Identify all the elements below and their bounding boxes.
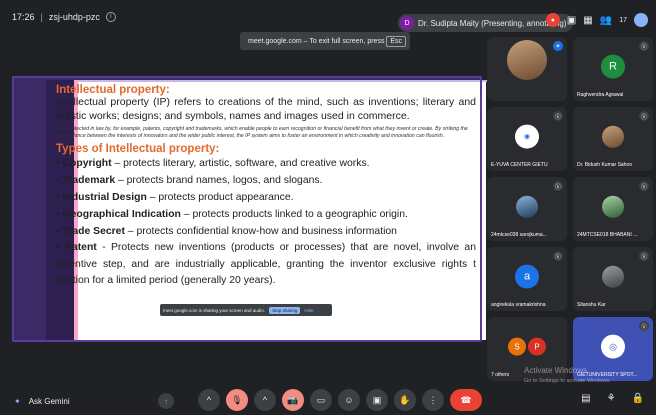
participant-name: Dr. Bidush Kumar Sahoo bbox=[577, 162, 633, 168]
avatar: ◉ bbox=[515, 124, 539, 149]
camera-off-button[interactable]: 📷 bbox=[282, 389, 304, 411]
mic-off-icon: ⓚ bbox=[639, 251, 649, 261]
mic-off-button[interactable]: 🎙 bbox=[226, 389, 248, 411]
list-item: Industrial Design – protects product app… bbox=[56, 189, 476, 206]
list-item: Patent - Protects new inventions (produc… bbox=[56, 240, 476, 290]
list-item: Copyright – protects literary, artistic,… bbox=[56, 155, 476, 172]
participant-name: angirekula vramakrishna bbox=[491, 302, 546, 308]
gemini-label: Ask Gemini bbox=[28, 396, 70, 406]
avatar: R bbox=[601, 54, 625, 79]
mic-options-button[interactable]: ^ bbox=[198, 389, 220, 411]
host-controls-icon[interactable]: 🔒 bbox=[632, 393, 644, 404]
activities-icon[interactable]: ⚘ bbox=[607, 393, 616, 404]
others-avatars: S P bbox=[507, 335, 547, 359]
avatar bbox=[602, 195, 624, 218]
fullscreen-banner: meet.google.com – To exit full screen, p… bbox=[240, 32, 410, 50]
ip-types-list: Copyright – protects literary, artistic,… bbox=[56, 155, 476, 290]
gemini-icon: ✦ bbox=[14, 396, 21, 406]
end-call-button[interactable]: ☎ bbox=[450, 389, 482, 411]
mic-off-icon: ⓚ bbox=[639, 181, 649, 191]
sharing-text: meet.google.com is sharing your screen a… bbox=[163, 307, 266, 313]
participant-tile[interactable]: ⓚ 24mtcse038 sarojkuma... bbox=[487, 177, 567, 241]
clock: 17:26 bbox=[12, 12, 35, 22]
stop-sharing-button[interactable]: Stop sharing bbox=[269, 306, 301, 314]
call-controls: ^ 🎙 ^ 📷 ▭ ☺ ▣ ✋ ⋮ ☎ bbox=[198, 389, 482, 411]
gemini-input[interactable]: ✦ Ask Gemini ↑ bbox=[14, 392, 174, 410]
speaking-icon: ✦ bbox=[553, 41, 563, 51]
participant-count: 17 bbox=[619, 16, 627, 24]
separator: | bbox=[40, 12, 43, 22]
mic-off-icon: ⓚ bbox=[639, 321, 649, 331]
avatar: S bbox=[508, 337, 526, 356]
mic-off-icon: ⓚ bbox=[553, 111, 563, 121]
avatar: P bbox=[528, 337, 546, 356]
participant-name: E-YUVA CENTER GIETU bbox=[491, 162, 548, 168]
captions-button[interactable]: ▭ bbox=[310, 389, 332, 411]
list-item: Trademark – protects brand names, logos,… bbox=[56, 172, 476, 189]
mic-off-icon: ⓚ bbox=[639, 41, 649, 51]
participant-name: Sitanshu Kar bbox=[577, 302, 606, 308]
participant-tile[interactable]: ◉ ⓚ E-YUVA CENTER GIETU bbox=[487, 107, 567, 171]
present-button[interactable]: ▣ bbox=[366, 389, 388, 411]
emoji-button[interactable]: ☺ bbox=[338, 389, 360, 411]
avatar-icon[interactable] bbox=[634, 13, 648, 27]
meeting-code: zsj-uhdp-pzc bbox=[48, 12, 100, 22]
avatar bbox=[602, 125, 624, 148]
mic-off-icon: ⓚ bbox=[553, 251, 563, 261]
chat-icon[interactable]: ▤ bbox=[581, 393, 590, 404]
ip-small-text: IP is protected in law by, for example, … bbox=[56, 126, 468, 139]
participant-tile[interactable]: R ⓚ Raghvendra Agrawal bbox=[573, 37, 653, 101]
avatar: ◎ bbox=[601, 334, 625, 359]
hide-button[interactable]: Hide bbox=[304, 308, 313, 313]
participant-tile[interactable]: ✦ bbox=[487, 37, 567, 101]
record-icon[interactable]: ● bbox=[545, 13, 560, 27]
participant-name: Raghvendra Agrawal bbox=[577, 92, 624, 98]
list-item: Geographical Indication – protects produ… bbox=[56, 206, 476, 223]
people-icon[interactable]: 👥 bbox=[600, 15, 612, 26]
list-item: Trade Secret – protects confidential kno… bbox=[56, 223, 476, 240]
sharing-bar: meet.google.com is sharing your screen a… bbox=[160, 304, 332, 316]
captions-icon[interactable]: ▣ bbox=[567, 15, 576, 26]
slide-content: Intellectual property: Intellectual prop… bbox=[56, 84, 476, 290]
watermark-line2: Go to Settings to activate Windows. bbox=[524, 378, 611, 384]
avatar bbox=[516, 195, 538, 218]
avatar bbox=[602, 265, 624, 288]
ip-definition: Intellectual property (IP) refers to cre… bbox=[56, 96, 476, 122]
mic-off-icon: ⓚ bbox=[639, 111, 649, 121]
esc-key: Esc bbox=[386, 35, 406, 47]
others-count: 7 others bbox=[491, 372, 510, 378]
info-icon[interactable]: i bbox=[105, 12, 116, 22]
bottom-bar: ✦ Ask Gemini ↑ ^ 🎙 ^ 📷 ▭ ☺ ▣ ✋ ⋮ ☎ ▤ ⚘ 🔒 bbox=[0, 386, 656, 415]
mic-off-icon: ⓚ bbox=[553, 181, 563, 191]
camera-options-button[interactable]: ^ bbox=[254, 389, 276, 411]
watermark-line1: Activate Windows bbox=[524, 366, 588, 375]
fullscreen-text: meet.google.com – To exit full screen, p… bbox=[248, 37, 385, 45]
presenter-label: Dr. Sudipta Maity (Presenting, annotatin… bbox=[418, 18, 567, 28]
participant-name: 24mtcse038 sarojkuma... bbox=[491, 232, 547, 238]
heading-types: Types of Intellectual property: bbox=[56, 143, 220, 155]
participant-tile[interactable]: ⓚ Dr. Bidush Kumar Sahoo bbox=[573, 107, 653, 171]
more-options-button[interactable]: ⋮ bbox=[422, 389, 444, 411]
presenter-avatar: D bbox=[400, 16, 414, 30]
participant-tile[interactable]: a ⓚ angirekula vramakrishna bbox=[487, 247, 567, 311]
raise-hand-button[interactable]: ✋ bbox=[394, 389, 416, 411]
participant-tile[interactable]: ⓚ Sitanshu Kar bbox=[573, 247, 653, 311]
participant-tile[interactable]: ⓚ 24MTCSE018 BHABANI ... bbox=[573, 177, 653, 241]
send-icon[interactable]: ↑ bbox=[158, 393, 174, 409]
participant-video bbox=[507, 39, 547, 80]
avatar: a bbox=[515, 264, 539, 289]
layout-icon[interactable]: ▦ bbox=[583, 15, 592, 26]
top-icons: ● ▣ ▦ 👥 17 bbox=[545, 13, 648, 27]
heading-intellectual-property: Intellectual property: bbox=[56, 84, 170, 96]
activation-watermark: Activate Windows Go to Settings to activ… bbox=[524, 366, 611, 386]
right-controls: ▤ ⚘ 🔒 bbox=[581, 393, 644, 404]
participant-name: 24MTCSE018 BHABANI ... bbox=[577, 232, 638, 238]
